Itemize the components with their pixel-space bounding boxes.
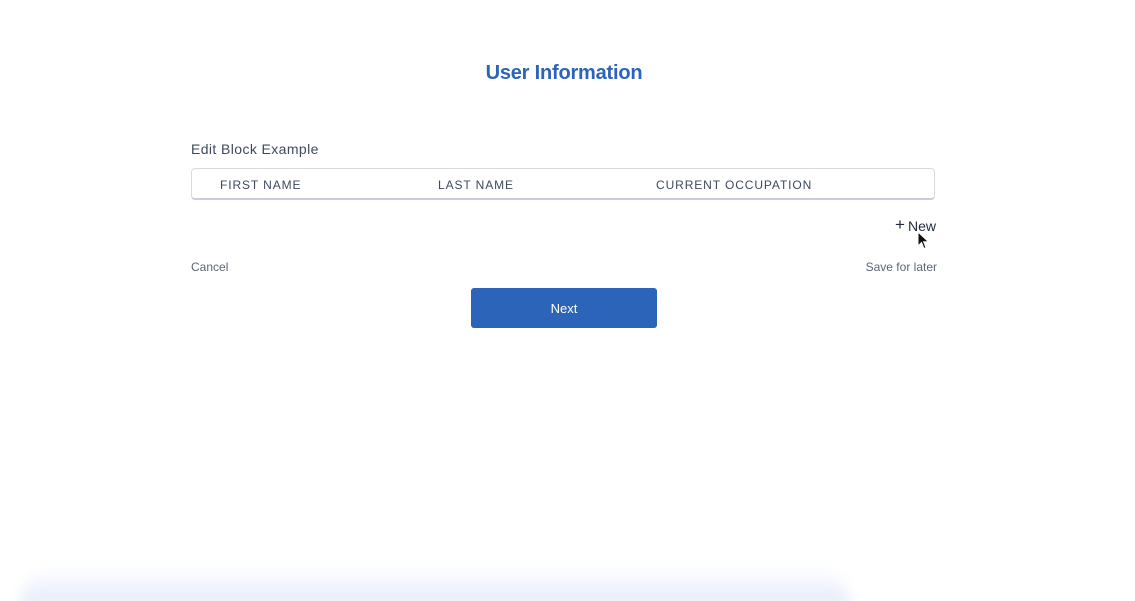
page: User Information Edit Block Example FIRS… xyxy=(0,0,1135,601)
next-button[interactable]: Next xyxy=(471,288,657,328)
save-for-later-button[interactable]: Save for later xyxy=(866,260,937,274)
cancel-button[interactable]: Cancel xyxy=(191,260,228,274)
table-header: FIRST NAME LAST NAME CURRENT OCCUPATION xyxy=(191,168,935,200)
column-header-first-name: FIRST NAME xyxy=(220,178,302,192)
column-header-current-occupation: CURRENT OCCUPATION xyxy=(656,178,813,192)
plus-icon: + xyxy=(895,215,905,234)
mouse-pointer-icon xyxy=(917,231,930,250)
column-header-last-name: LAST NAME xyxy=(438,178,514,192)
page-title: User Information xyxy=(485,62,643,84)
bottom-shadow xyxy=(20,566,850,601)
edit-block-label: Edit Block Example xyxy=(191,141,319,157)
